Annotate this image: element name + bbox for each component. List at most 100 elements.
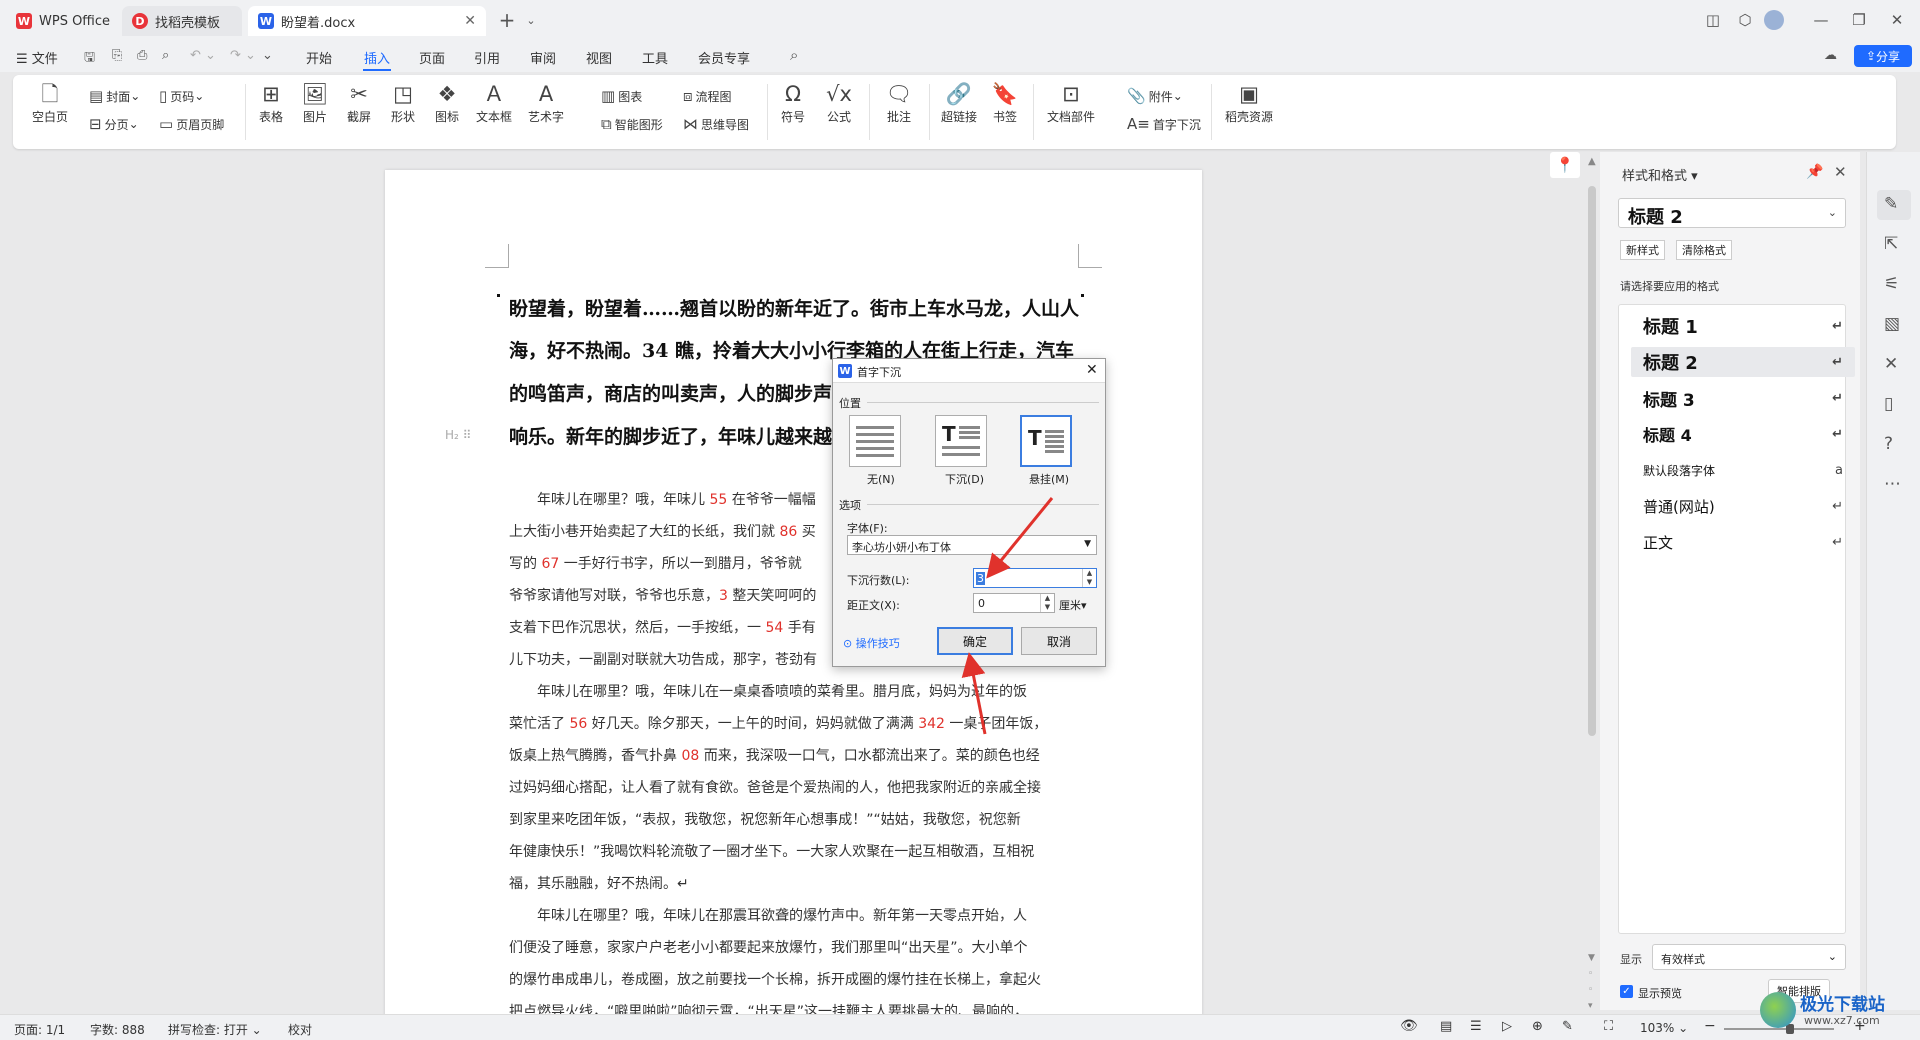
page-break-button[interactable]: ⊟ 分页 ⌄: [89, 115, 139, 133]
flowchart-button[interactable]: ⧈ 流程图: [683, 87, 732, 105]
drop-lines-input[interactable]: 3 ▲ ▼: [973, 568, 1097, 588]
close-window-icon[interactable]: ✕: [1884, 8, 1910, 32]
style-item-heading-4[interactable]: 标题 4 ↵: [1631, 419, 1855, 449]
play-icon[interactable]: ▷: [1502, 1019, 1512, 1034]
comment-button[interactable]: 🗨 批注: [879, 81, 919, 125]
web-view-icon[interactable]: ⊕: [1532, 1019, 1543, 1034]
cover-button[interactable]: ▤ 封面 ⌄: [89, 87, 140, 105]
body-line[interactable]: 饭桌上热气腾腾，香气扑鼻 08 而来，我深吸一口气，口水都流出来了。菜的颜色也经: [509, 745, 1109, 765]
zoom-level[interactable]: 103% ⌄: [1640, 1021, 1688, 1035]
screenshot-button[interactable]: ✂ 截屏: [339, 81, 379, 125]
print-preview-icon[interactable]: ⌕: [162, 48, 169, 63]
font-select[interactable]: 李心坊小妍小布丁体 ▼: [847, 535, 1097, 555]
body-line[interactable]: 们便没了睡意，家家户户老老小小都要起来放爆竹，我们那里叫“出天星”。大小单个: [509, 937, 1109, 957]
daoke-resources-button[interactable]: ▣ 稻壳资源: [1219, 81, 1279, 125]
pin-icon[interactable]: 📌: [1806, 164, 1823, 180]
drop-cap-hang-option[interactable]: T: [1020, 415, 1072, 467]
save-icon[interactable]: 🖫: [84, 48, 95, 70]
adjust-sliders-icon[interactable]: ⚟: [1884, 274, 1899, 294]
minimize-icon[interactable]: —: [1808, 8, 1834, 32]
zoom-out-icon[interactable]: −: [1704, 1018, 1716, 1034]
textbox-button[interactable]: Ａ 文本框: [471, 81, 517, 125]
fit-page-icon[interactable]: ⛶: [1604, 1019, 1613, 1034]
style-item-default-font[interactable]: 默认段落字体 a: [1631, 455, 1855, 485]
attachment-button[interactable]: 📎 附件 ⌄: [1127, 87, 1183, 105]
style-item-normal-web[interactable]: 普通(网站) ↵: [1631, 491, 1855, 521]
style-item-heading-3[interactable]: 标题 3 ↵: [1631, 383, 1855, 413]
book-icon[interactable]: ▯: [1884, 394, 1893, 414]
mindmap-button[interactable]: ⋈ 思维导图: [683, 115, 749, 133]
body-line[interactable]: 的爆竹串成串儿，卷成圈，放之前要找一个长棉，拆开成圈的爆竹挂在长梯上，拿起火: [509, 969, 1109, 989]
page-view-icon[interactable]: ▤: [1440, 1019, 1452, 1034]
share-button[interactable]: ⇪ 分享: [1854, 45, 1912, 67]
tools-icon[interactable]: ✕: [1884, 354, 1898, 374]
drop-cap-drop-option[interactable]: T: [935, 415, 987, 467]
spell-check-toggle[interactable]: 拼写检查: 打开 ⌄: [168, 1021, 262, 1038]
menu-item-tools[interactable]: 工具: [642, 48, 668, 67]
outline-view-icon[interactable]: ☰: [1470, 1019, 1482, 1034]
menu-item-page[interactable]: 页面: [419, 48, 445, 67]
body-line[interactable]: 年味儿在哪里？哦，年味儿在那震耳欲聋的爆竹声中。新年第一天零点开始，人: [509, 905, 1109, 925]
body-line[interactable]: 菜忙活了 56 好几天。除夕那天，一上午的时间，妈妈就做了满满 342 一桌子团…: [509, 713, 1109, 733]
export-icon[interactable]: ⎘: [112, 48, 122, 63]
avatar[interactable]: [1764, 10, 1784, 30]
style-item-heading-1[interactable]: 标题 1 ↵: [1631, 311, 1855, 341]
file-menu[interactable]: ☰ 文件: [16, 48, 58, 67]
tab-wps-office[interactable]: W WPS Office: [6, 6, 116, 36]
proofread-button[interactable]: 校对: [288, 1021, 312, 1038]
unit-select[interactable]: 厘米▾: [1059, 597, 1087, 613]
shape-button[interactable]: ◳ 形状: [383, 81, 423, 125]
hyperlink-button[interactable]: 🔗 超链接: [937, 81, 981, 125]
show-select[interactable]: 有效样式 ⌄: [1652, 944, 1846, 970]
new-style-button[interactable]: 新样式: [1620, 240, 1665, 260]
more-chevron-icon[interactable]: ⌄: [262, 48, 273, 63]
clear-format-button[interactable]: 清除格式: [1676, 240, 1732, 260]
body-line[interactable]: 福，其乐融融，好不热闹。↵: [509, 873, 1109, 893]
pen-style-icon[interactable]: ✎: [1884, 194, 1898, 214]
current-style-select[interactable]: 标题 2 ⌄: [1618, 198, 1846, 228]
styles-panel-title[interactable]: 样式和格式 ▾: [1622, 165, 1698, 184]
bookmark-button[interactable]: 🔖 书签: [985, 81, 1025, 125]
scroll-up-icon[interactable]: ▲: [1588, 156, 1596, 167]
menu-item-view[interactable]: 视图: [586, 48, 612, 67]
body-line[interactable]: 年味儿在哪里？哦，年味儿在一桌桌香喷喷的菜肴里。腊月底，妈妈为过年的饭: [509, 681, 1109, 701]
word-count[interactable]: 字数: 888: [90, 1021, 145, 1038]
menu-item-reference[interactable]: 引用: [474, 48, 500, 67]
tips-link[interactable]: ⊙ 操作技巧: [843, 635, 900, 651]
formula-button[interactable]: √x 公式: [819, 81, 859, 125]
body-line[interactable]: 到家里来吃团年饭，“表叔，我敬您，祝您新年心想事成！”“姑姑，我敬您，祝您新: [509, 809, 1109, 829]
wordart-button[interactable]: A 艺术字: [523, 81, 569, 125]
eye-icon[interactable]: 👁: [1400, 1018, 1418, 1034]
show-preview-checkbox[interactable]: ✓: [1620, 985, 1633, 998]
spinner-icon[interactable]: ▲ ▼: [1082, 569, 1096, 587]
print-icon[interactable]: ⎙: [137, 48, 147, 63]
menu-item-insert[interactable]: 插入: [364, 48, 390, 67]
page-nav-icons[interactable]: ▼ ◦ ◦ ▾: [1588, 950, 1595, 1014]
help-icon[interactable]: ?: [1884, 434, 1893, 454]
menu-item-vip[interactable]: 会员专享: [698, 48, 750, 67]
layout-icon[interactable]: ◫: [1700, 8, 1726, 32]
picture-button[interactable]: 🖼 图片: [295, 81, 335, 125]
redo-icon[interactable]: ↷ ⌄: [230, 48, 256, 63]
cancel-button[interactable]: 取消: [1021, 627, 1097, 655]
select-cursor-icon[interactable]: ⇱: [1884, 234, 1898, 254]
symbol-button[interactable]: Ω 符号: [773, 81, 813, 125]
cube-icon[interactable]: ⬡: [1732, 8, 1758, 32]
tab-template[interactable]: D 找稻壳模板: [122, 6, 242, 36]
location-pin-icon[interactable]: 📍: [1550, 152, 1580, 178]
chart-button[interactable]: ▥ 图表: [601, 87, 642, 105]
drop-cap-button[interactable]: A≡ 首字下沉: [1127, 115, 1201, 133]
ok-button[interactable]: 确定: [937, 627, 1013, 655]
page-count[interactable]: 页面: 1/1: [14, 1021, 65, 1038]
distance-input[interactable]: 0 ▲ ▼: [973, 593, 1055, 613]
heading-line[interactable]: 盼望着，盼望着……翘首以盼的新年近了。街市上车水马龙，人山人: [509, 294, 1109, 321]
body-line[interactable]: 年健康快乐！”我喝饮料轮流敬了一圈才坐下。一大家人欢聚在一起互相敬酒，互相祝: [509, 841, 1109, 861]
new-tab-icon[interactable]: +: [494, 8, 520, 32]
style-item-body[interactable]: 正文 ↵: [1631, 527, 1855, 557]
vertical-scrollbar-thumb[interactable]: [1588, 186, 1596, 736]
header-footer-button[interactable]: ▭ 页眉页脚: [159, 115, 224, 133]
dialog-close-icon[interactable]: ✕: [1086, 362, 1098, 378]
pen-icon[interactable]: ✎: [1562, 1019, 1573, 1034]
undo-icon[interactable]: ↶ ⌄: [190, 48, 216, 63]
chevron-down-icon[interactable]: ⌄: [518, 8, 544, 32]
